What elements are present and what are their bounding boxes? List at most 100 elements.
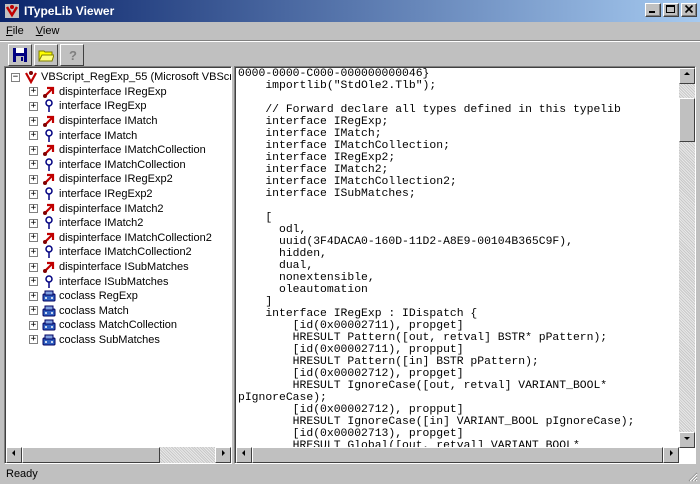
coclass-icon — [42, 334, 56, 346]
tree-item[interactable]: + dispinterface IMatchCollection2 — [8, 231, 230, 246]
tree-item[interactable]: + dispinterface IRegExp — [8, 85, 230, 100]
expand-toggle[interactable]: + — [29, 247, 38, 257]
tree-hscroll-thumb[interactable] — [22, 447, 160, 463]
tree-item-label: interface IMatch — [59, 129, 138, 142]
scroll-down-button[interactable] — [679, 432, 695, 448]
tree-item[interactable]: + dispinterface ISubMatches — [8, 260, 230, 275]
code-line: ] — [238, 296, 273, 308]
title-bar[interactable]: ITypeLib Viewer — [0, 0, 700, 22]
dispinterface-icon — [43, 86, 55, 98]
expand-toggle[interactable]: + — [29, 277, 38, 287]
expand-toggle[interactable]: + — [29, 160, 38, 170]
resize-grip-icon[interactable] — [686, 470, 698, 482]
close-button[interactable] — [681, 3, 697, 17]
idl-code-panel[interactable]: 0000-0000-C000-000000000046} importlib("… — [234, 66, 696, 464]
tree-item[interactable]: + dispinterface IRegExp2 — [8, 172, 230, 187]
tree-item[interactable]: + coclass RegExp — [8, 289, 230, 304]
save-button[interactable] — [8, 44, 32, 66]
code-line: [id(0x00002711), propput] — [238, 344, 464, 356]
scroll-up-button[interactable] — [679, 68, 695, 84]
code-line: HRESULT IgnoreCase([out, retval] VARIANT… — [238, 380, 608, 392]
idl-code-text[interactable]: 0000-0000-C000-000000000046} importlib("… — [238, 68, 678, 448]
code-line: importlib("StdOle2.Tlb"); — [238, 80, 437, 92]
tree-item[interactable]: + interface IMatchCollection — [8, 158, 230, 173]
code-line: interface IRegExp : IDispatch { — [238, 308, 478, 320]
interface-icon — [45, 216, 53, 230]
tree-item-label: interface ISubMatches — [59, 275, 169, 288]
code-vscroll-track-top[interactable] — [679, 84, 695, 98]
code-scroll-right-button[interactable] — [663, 447, 679, 463]
code-vscroll-thumb[interactable] — [679, 98, 695, 142]
menu-file[interactable]: File — [0, 25, 30, 37]
expand-toggle[interactable]: + — [29, 262, 38, 272]
expand-toggle[interactable]: + — [29, 189, 38, 199]
status-bar: Ready — [0, 464, 700, 484]
window-title: ITypeLib Viewer — [24, 4, 115, 18]
save-icon — [13, 48, 27, 62]
tree-item-label: dispinterface IMatch — [59, 115, 158, 128]
tree-item[interactable]: + coclass SubMatches — [8, 333, 230, 348]
type-tree-panel[interactable]: − VBScript_RegExp_55 (Microsoft VBScript… — [4, 66, 232, 464]
code-line: hidden, — [238, 248, 327, 260]
minimize-button[interactable] — [645, 3, 661, 17]
code-line: dual, — [238, 260, 314, 272]
expand-toggle[interactable]: + — [29, 145, 38, 155]
tree-item[interactable]: + interface IMatch2 — [8, 216, 230, 231]
expand-toggle[interactable]: + — [29, 101, 38, 111]
code-vscroll-track[interactable] — [679, 142, 695, 432]
tree-item[interactable]: + dispinterface IMatch — [8, 114, 230, 129]
arrow-left-icon — [242, 450, 245, 456]
tree-item[interactable]: + dispinterface IMatchCollection — [8, 143, 230, 158]
expand-toggle[interactable]: + — [29, 174, 38, 184]
dispinterface-icon — [43, 115, 55, 128]
tree-item[interactable]: + interface ISubMatches — [8, 274, 230, 289]
code-horizontal-scrollbar[interactable] — [236, 447, 679, 463]
code-hscroll-thumb[interactable] — [252, 447, 663, 463]
tree-item-label: interface IMatchCollection2 — [59, 246, 192, 259]
tree-item[interactable]: + coclass MatchCollection — [8, 318, 230, 333]
code-scroll-left-button[interactable] — [236, 447, 252, 463]
tree-root-node[interactable]: − VBScript_RegExp_55 (Microsoft VBScript — [8, 70, 232, 85]
tree-item[interactable]: + interface IMatch — [8, 128, 230, 143]
expand-toggle[interactable]: + — [29, 233, 38, 243]
collapse-toggle[interactable]: − — [11, 72, 20, 82]
expand-toggle[interactable]: + — [29, 204, 38, 214]
maximize-button[interactable] — [663, 3, 679, 17]
menu-view[interactable]: View — [30, 25, 66, 37]
expand-toggle[interactable]: + — [29, 116, 38, 126]
expand-toggle[interactable]: + — [29, 87, 38, 97]
expand-toggle[interactable]: + — [29, 291, 38, 301]
code-line: [id(0x00002713), propget] — [238, 428, 464, 440]
code-line: interface IRegExp; — [238, 116, 389, 128]
tree-item[interactable]: + interface IMatchCollection2 — [8, 245, 230, 260]
tree-hscroll-track[interactable] — [160, 447, 215, 463]
interface-icon — [45, 245, 53, 259]
expand-toggle[interactable]: + — [29, 306, 38, 316]
help-button[interactable]: ? — [60, 44, 84, 66]
open-button[interactable] — [34, 44, 58, 66]
scroll-right-button[interactable] — [215, 447, 231, 463]
scroll-left-button[interactable] — [6, 447, 22, 463]
code-line: HRESULT IgnoreCase([in] VARIANT_BOOL pIg… — [238, 416, 635, 428]
tree-item[interactable]: + coclass Match — [8, 304, 230, 319]
arrow-down-icon — [684, 437, 690, 440]
dispinterface-icon — [43, 261, 55, 274]
expand-toggle[interactable]: + — [29, 131, 38, 141]
code-line: [ — [238, 212, 273, 224]
expand-toggle[interactable]: + — [29, 218, 38, 228]
tree-horizontal-scrollbar[interactable] — [6, 447, 231, 463]
tree-item-label: dispinterface IMatchCollection — [59, 144, 206, 157]
code-line: [id(0x00002711), propget] — [238, 320, 464, 332]
code-line: interface IMatchCollection; — [238, 140, 450, 152]
tree-item[interactable]: + interface IRegExp2 — [8, 187, 230, 202]
expand-toggle[interactable]: + — [29, 335, 38, 345]
tree-item[interactable]: + dispinterface IMatch2 — [8, 201, 230, 216]
code-line: interface IMatchCollection2; — [238, 176, 457, 188]
arrow-up-icon — [684, 72, 690, 75]
tree-item[interactable]: + interface IRegExp — [8, 99, 230, 114]
tree-root-label: VBScript_RegExp_55 (Microsoft VBScript — [41, 71, 232, 84]
code-vertical-scrollbar[interactable] — [679, 68, 695, 448]
code-line: uuid(3F4DACA0-160D-11D2-A8E9-00104B365C9… — [238, 236, 573, 248]
expand-toggle[interactable]: + — [29, 320, 38, 330]
